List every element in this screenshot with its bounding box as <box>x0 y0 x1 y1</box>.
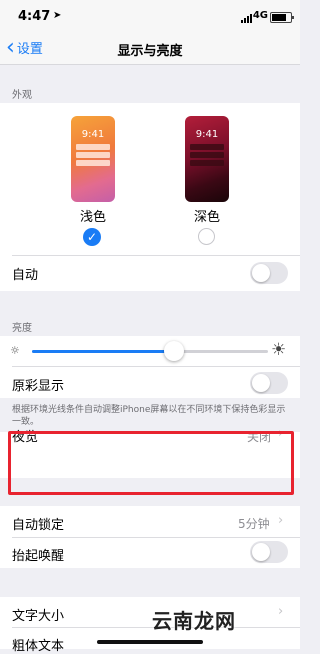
chevron-right-icon: › <box>278 513 284 528</box>
true-tone-label: 原彩显示 <box>12 379 65 394</box>
bold-text-label: 粗体文本 <box>12 639 65 654</box>
watermark: 云南龙网 <box>152 609 236 633</box>
divider <box>12 366 300 367</box>
battery-icon <box>270 12 294 23</box>
brightness-high-icon: ☀ <box>271 340 287 360</box>
raise-to-wake-label: 抬起唤醒 <box>12 549 65 564</box>
location-icon: ➤ <box>53 10 62 21</box>
preview-notification <box>76 144 110 150</box>
auto-lock-label[interactable]: 自动锁定 <box>12 514 64 533</box>
preview-time: 9:41 <box>195 129 219 140</box>
auto-appearance-toggle[interactable] <box>250 262 288 284</box>
text-size-label[interactable]: 文字大小 <box>12 605 64 624</box>
section-header-appearance: 外观 <box>12 90 32 101</box>
status-time: 4:47 <box>18 9 51 24</box>
raise-to-wake-toggle[interactable] <box>250 541 288 563</box>
preview-notification <box>190 160 224 166</box>
light-mode-radio-checked[interactable]: ✓ <box>83 228 101 246</box>
auto-lock-value: 5分钟 <box>238 517 270 531</box>
brightness-low-icon: ☼ <box>10 344 20 357</box>
light-mode-preview[interactable]: 9:41 <box>71 116 115 202</box>
chevron-right-icon: › <box>278 604 284 619</box>
signal-icon <box>241 14 252 23</box>
divider <box>12 255 300 256</box>
brightness-slider[interactable] <box>32 341 268 361</box>
true-tone-toggle[interactable] <box>250 372 288 394</box>
light-mode-label: 浅色 <box>80 210 107 225</box>
preview-notification <box>76 152 110 158</box>
auto-appearance-label: 自动 <box>12 268 39 283</box>
brightness-slider-fill <box>32 350 174 353</box>
preview-time: 9:41 <box>81 129 105 140</box>
section-header-brightness: 亮度 <box>12 323 32 334</box>
dark-mode-label: 深色 <box>194 210 221 225</box>
dark-mode-radio[interactable] <box>198 228 215 245</box>
home-indicator[interactable] <box>97 640 203 644</box>
true-tone-description: 根据环境光线条件自动调整iPhone屏幕以在不同环境下保持色彩显示一致。 <box>12 405 286 427</box>
page-title: 显示与亮度 <box>117 44 183 59</box>
network-type: 4G <box>252 10 268 21</box>
preview-notification <box>190 144 224 150</box>
divider <box>12 537 300 538</box>
preview-notification <box>76 160 110 166</box>
highlight-box <box>8 431 294 495</box>
dark-mode-preview[interactable]: 9:41 <box>185 116 229 202</box>
preview-notification <box>190 152 224 158</box>
brightness-slider-thumb[interactable] <box>163 341 184 361</box>
